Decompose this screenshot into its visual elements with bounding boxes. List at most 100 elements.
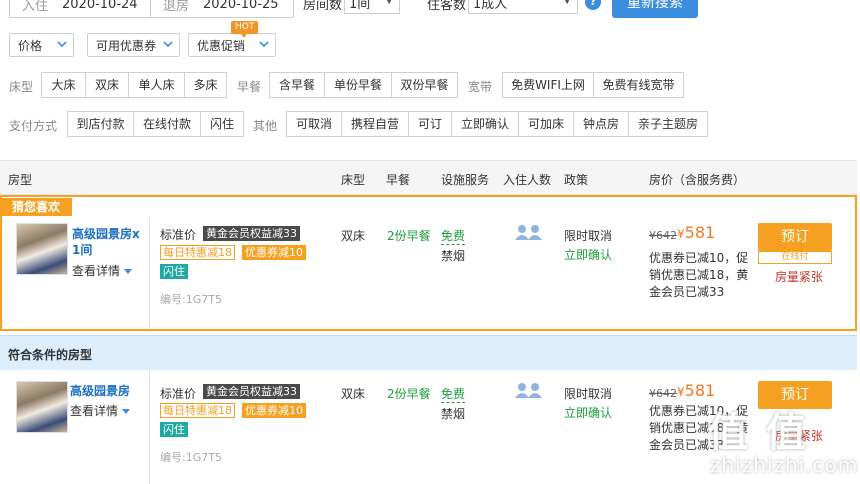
- room-code: 编号:1G7T5: [160, 293, 222, 306]
- original-price: ¥642: [649, 229, 677, 242]
- broadband-option-wifi[interactable]: 免费WIFI上网: [502, 72, 594, 98]
- header-facilities: 设施服务: [441, 173, 490, 187]
- flash-stay-tag: 闪住: [160, 422, 188, 437]
- checkout-field[interactable]: 退房 2020-10-25: [150, 0, 294, 18]
- section-title: 符合条件的房型: [8, 348, 93, 362]
- room-name-line2: 1间: [72, 243, 93, 257]
- header-breakfast: 早餐: [386, 173, 411, 187]
- hot-badge: HOT: [231, 21, 259, 38]
- bed-option-twin[interactable]: 双床: [85, 72, 129, 98]
- rooms-value: 1间: [349, 0, 371, 12]
- book-button[interactable]: 预订: [758, 223, 832, 251]
- bed-filter-label: 床型: [9, 80, 34, 94]
- gold-member-tag: 黄金会员权益减33: [203, 384, 300, 399]
- checkin-field[interactable]: 入住 2020-10-24: [9, 0, 151, 18]
- view-details-label: 查看详情: [70, 404, 119, 418]
- checkout-value: 2020-10-25: [203, 0, 279, 12]
- other-option-cancelable[interactable]: 可取消: [286, 111, 342, 137]
- guests-label: 住客数: [427, 0, 467, 13]
- watermark-site: zhizhizhi.com: [710, 453, 859, 477]
- broadband-option-wired[interactable]: 免费有线宽带: [593, 72, 684, 98]
- header-policy: 政策: [564, 173, 589, 187]
- other-option-extra-bed[interactable]: 可加床: [518, 111, 574, 137]
- payment-option-online[interactable]: 在线付款: [133, 111, 201, 137]
- view-details-label: 查看详情: [72, 264, 121, 278]
- breakfast-value: 2份早餐: [387, 387, 431, 401]
- two-guests-icon: [515, 225, 542, 240]
- current-price-amount: 581: [684, 223, 716, 242]
- current-price: ¥581: [677, 223, 715, 242]
- other-option-self-operated[interactable]: 携程自营: [341, 111, 409, 137]
- other-option-instant-confirm[interactable]: 立即确认: [451, 111, 519, 137]
- promo-dropdown[interactable]: 优惠促销: [188, 33, 276, 57]
- rooms-label: 房间数: [303, 0, 343, 13]
- gold-member-tag: 黄金会员权益减33: [203, 226, 300, 241]
- view-details-link[interactable]: 查看详情: [72, 262, 133, 279]
- matching-rooms-section: 符合条件的房型: [0, 335, 857, 370]
- guess-you-like-badge: 猜您喜欢: [0, 198, 72, 216]
- chevron-down-icon: [163, 41, 173, 48]
- other-option-bookable[interactable]: 可订: [408, 111, 452, 137]
- other-option-family-theme[interactable]: 亲子主题房: [628, 111, 708, 137]
- view-details-link[interactable]: 查看详情: [70, 402, 131, 419]
- bed-option-king[interactable]: 大床: [41, 72, 86, 98]
- room-table-header: 房型 床型 早餐 设施服务 入住人数 政策 房价（含服务费）: [0, 160, 857, 195]
- daily-deal-tag: 每日特惠减18: [160, 245, 235, 260]
- guests-select[interactable]: 1成人 ▼: [468, 0, 578, 14]
- bed-type-value: 双床: [341, 229, 366, 243]
- original-price: ¥642: [649, 387, 677, 400]
- limited-rooms-notice: 房量紧张: [775, 270, 824, 284]
- coupon-dropdown-label: 可用优惠券: [96, 38, 157, 53]
- two-guests-icon: [515, 383, 542, 398]
- facility-nosmoke: 禁烟: [441, 249, 466, 263]
- header-price: 房价（含服务费）: [649, 173, 746, 187]
- discount-description: 优惠券已减10，促销优惠已减18，黄金会员已减33: [649, 251, 749, 299]
- checkout-label: 退房: [163, 0, 190, 14]
- row-divider: [149, 218, 150, 329]
- room-code: 编号:1G7T5: [160, 451, 222, 464]
- header-bed-type: 床型: [341, 173, 366, 187]
- policy-cancel[interactable]: 限时取消: [564, 227, 612, 244]
- guests-value: 1成人: [473, 0, 508, 12]
- bed-option-single[interactable]: 单人床: [128, 72, 185, 98]
- online-pay-badge: 在线付: [758, 251, 832, 264]
- price-dropdown[interactable]: 价格: [9, 33, 74, 57]
- policy-confirm: 立即确认: [564, 406, 613, 420]
- breakfast-option-single[interactable]: 单份早餐: [324, 72, 392, 98]
- facility-free[interactable]: 免费: [441, 227, 466, 245]
- room-thumbnail[interactable]: [16, 223, 68, 275]
- payment-option-at-hotel[interactable]: 到店付款: [67, 111, 134, 137]
- help-icon[interactable]: ?: [585, 0, 601, 10]
- chevron-down-icon: [57, 41, 67, 48]
- currency-symbol: ¥: [677, 385, 685, 399]
- payment-option-flash[interactable]: 闪住: [200, 111, 244, 137]
- policy-cancel[interactable]: 限时取消: [564, 385, 612, 402]
- caret-down-icon: [124, 269, 133, 274]
- facility-free[interactable]: 免费: [441, 385, 466, 403]
- currency-symbol: ¥: [677, 227, 685, 241]
- daily-deal-tag: 每日特惠减18: [160, 403, 235, 418]
- checkin-value: 2020-10-24: [62, 0, 138, 12]
- search-again-button[interactable]: 重新搜索: [612, 0, 698, 18]
- current-price-amount: 581: [684, 381, 716, 400]
- bed-type-value: 双床: [341, 387, 366, 401]
- coupon-tag: 优惠券减10: [242, 245, 306, 260]
- chevron-down-icon: [259, 41, 269, 48]
- coupon-tag: 优惠券减10: [242, 403, 306, 418]
- other-filter-label: 其他: [253, 119, 278, 133]
- payment-filter-label: 支付方式: [9, 119, 58, 133]
- breakfast-option-double[interactable]: 双份早餐: [391, 72, 458, 98]
- room-name-link[interactable]: 高级园景房: [70, 383, 130, 399]
- other-option-hourly[interactable]: 钟点房: [573, 111, 629, 137]
- room-name-line1: 高级园景房x: [72, 227, 140, 241]
- current-price: ¥581: [677, 381, 715, 400]
- header-room-type: 房型: [8, 173, 33, 187]
- header-occupancy: 入住人数: [503, 173, 552, 187]
- rooms-select[interactable]: 1间 ▼: [344, 0, 400, 14]
- room-thumbnail[interactable]: [16, 381, 68, 433]
- breakfast-option-included[interactable]: 含早餐: [269, 72, 325, 98]
- row-divider: [149, 370, 150, 484]
- room-name-link[interactable]: 高级园景房x 1间: [72, 226, 140, 258]
- bed-option-multi[interactable]: 多床: [184, 72, 227, 98]
- coupon-dropdown[interactable]: 可用优惠券: [87, 33, 180, 57]
